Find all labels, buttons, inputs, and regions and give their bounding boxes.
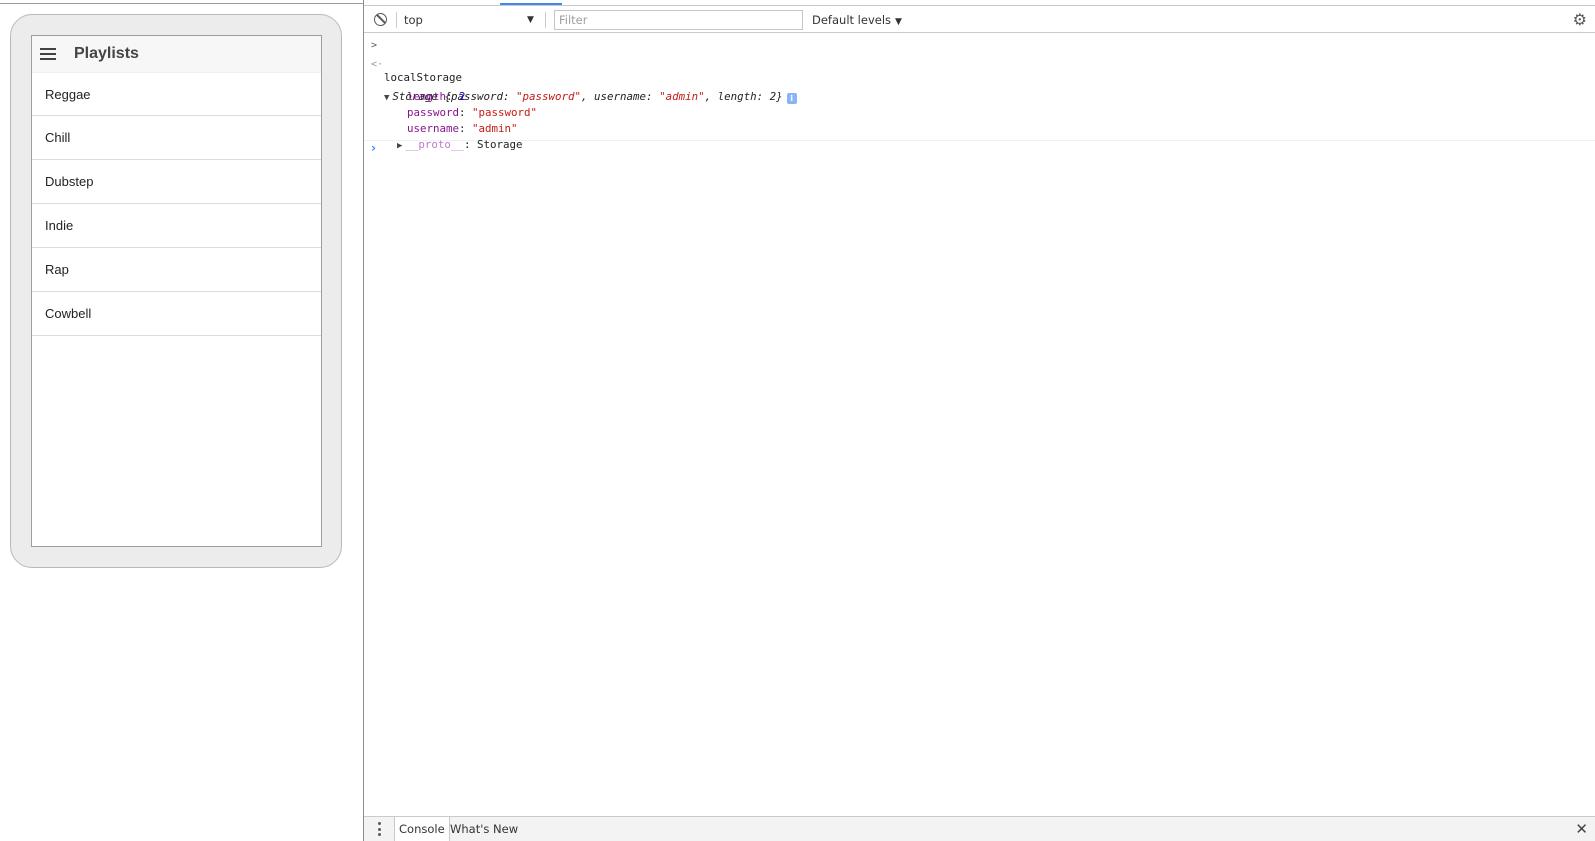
prompt-chevron-icon: > — [371, 40, 378, 51]
clear-console-icon[interactable] — [374, 13, 387, 26]
screen: Playlists Reggae Chill Dubstep Indie Rap… — [0, 0, 1595, 841]
device-screen: Playlists Reggae Chill Dubstep Indie Rap… — [31, 35, 322, 547]
app-header: Playlists — [32, 36, 321, 73]
tab-console[interactable]: Console — [394, 817, 450, 841]
context-select[interactable]: top — [404, 12, 539, 28]
expand-triangle-icon[interactable]: ▶ — [397, 141, 402, 151]
more-options-icon[interactable] — [373, 822, 385, 836]
console-toolbar: top ▼ Default levels▼ ⚙ — [364, 6, 1595, 33]
devtools-panel: top ▼ Default levels▼ ⚙ > localStorage <… — [363, 0, 1595, 841]
hamburger-menu-icon[interactable] — [40, 48, 56, 60]
list-item-cowbell[interactable]: Cowbell — [32, 292, 321, 336]
mobile-preview-pane: Playlists Reggae Chill Dubstep Indie Rap… — [0, 0, 363, 841]
property-row: length: 2 — [364, 73, 1595, 103]
chevron-down-icon[interactable]: ▼ — [527, 12, 534, 28]
preview-divider — [0, 3, 363, 4]
gear-icon[interactable]: ⚙ — [1573, 12, 1587, 28]
console-result-row[interactable]: <· ▼ Storage {password: "password", usern… — [364, 57, 1595, 104]
property-row: password: "password" — [364, 89, 1595, 119]
proto-row[interactable]: ▶ __proto__: Storage — [364, 121, 1595, 151]
list-item-reggae[interactable]: Reggae — [32, 73, 321, 116]
console-input-prompt[interactable]: › — [371, 141, 376, 155]
proto-key: __proto__ — [405, 138, 464, 151]
list-item-indie[interactable]: Indie — [32, 204, 321, 248]
result-arrow-icon: <· — [371, 59, 384, 70]
toolbar-divider — [396, 12, 397, 28]
console-messages: > localStorage <· ▼ Storage {password: "p… — [364, 34, 1595, 151]
close-icon[interactable]: ✕ — [1575, 820, 1588, 838]
list-item-dubstep[interactable]: Dubstep — [32, 160, 321, 204]
proto-value: Storage — [476, 138, 523, 151]
tab-whats-new[interactable]: What's New — [446, 817, 522, 841]
playlist-list: Reggae Chill Dubstep Indie Rap Cowbell — [32, 73, 321, 336]
toolbar-divider — [545, 12, 546, 28]
log-levels-label: Default levels — [812, 13, 892, 27]
drawer-tabbar: Console What's New ✕ — [364, 816, 1595, 841]
filter-input[interactable] — [554, 10, 803, 30]
proto-colon: : — [463, 138, 477, 151]
message-divider — [364, 140, 1595, 141]
log-levels-select[interactable]: Default levels ▼ — [812, 12, 902, 28]
page-title: Playlists — [74, 45, 139, 62]
device-frame: Playlists Reggae Chill Dubstep Indie Rap… — [10, 14, 342, 568]
console-command-row: > localStorage — [364, 38, 1595, 84]
list-item-chill[interactable]: Chill — [32, 116, 321, 160]
chevron-down-icon: ▼ — [895, 17, 902, 27]
property-row: username: "admin" — [364, 105, 1595, 135]
list-item-rap[interactable]: Rap — [32, 248, 321, 292]
